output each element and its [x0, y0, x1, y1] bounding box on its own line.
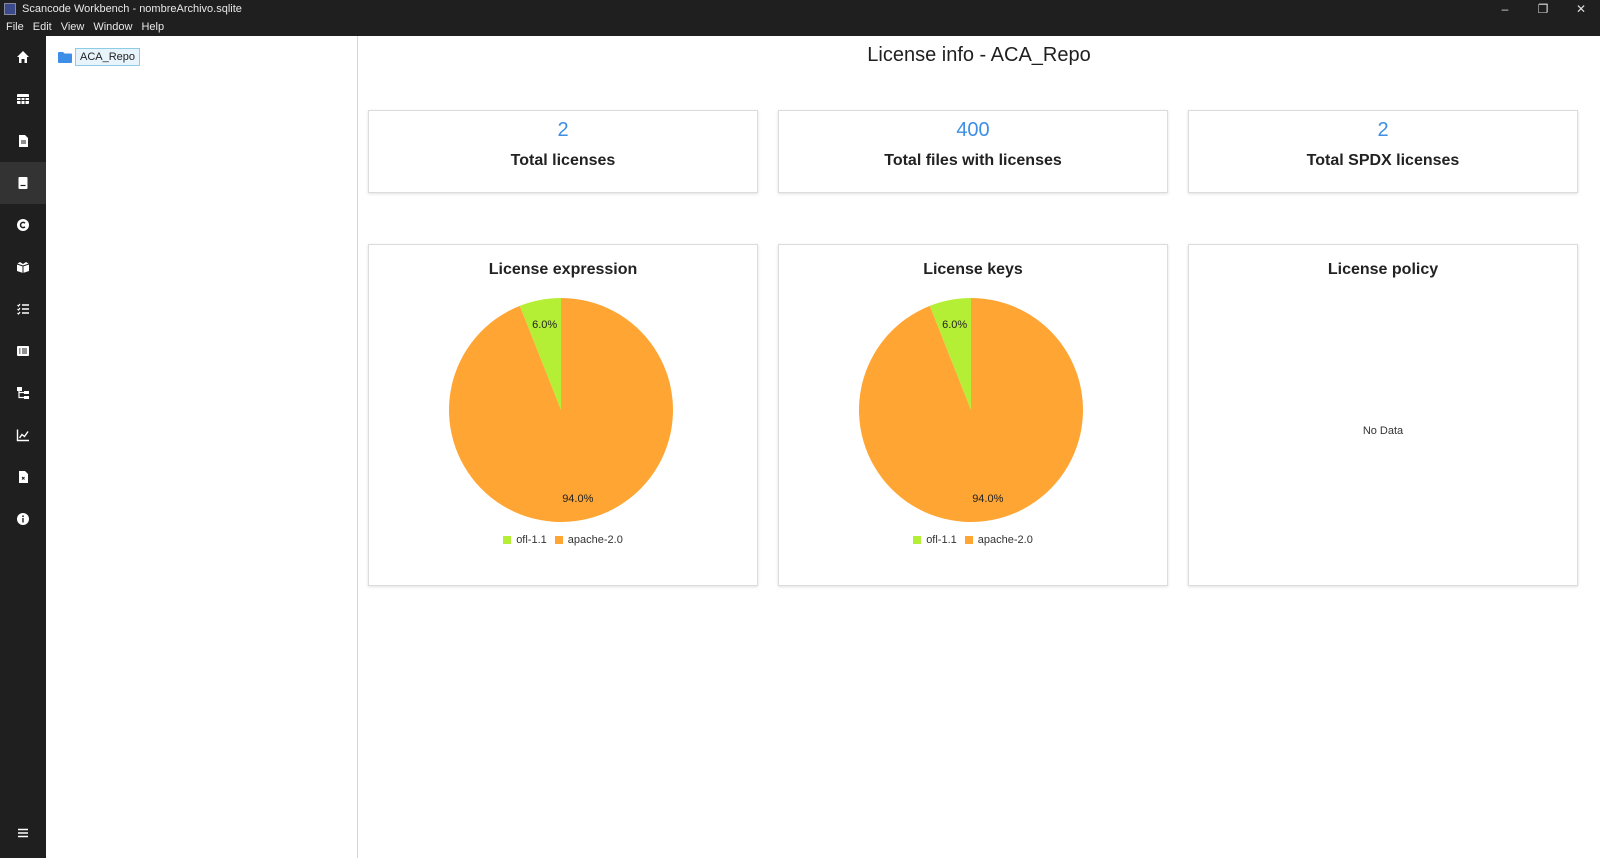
legend-swatch [913, 536, 922, 544]
minimize-icon[interactable]: – [1486, 0, 1524, 18]
folder-icon [58, 51, 72, 63]
legend-label: ofl-1.1 [926, 534, 957, 546]
info-icon [17, 513, 29, 525]
copyright-icon [17, 219, 29, 231]
chart-card-license-keys: License keys 6.0% 94.0% ofl-1.1 apache-2.0 [778, 244, 1168, 586]
stat-value: 400 [956, 119, 990, 141]
file-tree-panel: ACA_Repo [46, 36, 358, 858]
restore-icon[interactable]: ❐ [1524, 0, 1562, 18]
legend-label: ofl-1.1 [516, 534, 547, 546]
nav-chart-button[interactable] [0, 414, 46, 456]
nav-collapse-button[interactable] [0, 818, 46, 848]
nav-table-button[interactable] [0, 78, 46, 120]
chart-title: License expression [488, 261, 638, 278]
chart-card-license-policy: License policy No Data [1188, 244, 1578, 586]
no-data-text: No Data [1362, 425, 1404, 437]
stat-label: Total SPDX licenses [1306, 152, 1460, 169]
stat-label: Total licenses [510, 152, 616, 169]
legend-item[interactable]: apache-2.0 [554, 534, 623, 546]
menu-help[interactable]: Help [141, 21, 164, 33]
table-icon [17, 94, 29, 104]
menu-view[interactable]: View [61, 21, 85, 33]
nav-copyright-button[interactable] [0, 204, 46, 246]
list-icon [17, 303, 29, 315]
app-icon [4, 3, 16, 15]
file-icon [19, 135, 28, 147]
chart-legend: ofl-1.1 apache-2.0 [779, 534, 1167, 546]
tree-icon [17, 387, 29, 399]
legend-label: apache-2.0 [977, 534, 1033, 546]
stat-value: 2 [1377, 119, 1389, 141]
nav-grid-button[interactable] [0, 330, 46, 372]
legend-item[interactable]: ofl-1.1 [503, 534, 547, 546]
menu-bar: File Edit View Window Help [0, 18, 1600, 36]
tree-node-root[interactable]: ACA_Repo [58, 48, 141, 66]
grid-icon [17, 346, 29, 356]
chart-title: License keys [923, 261, 1023, 278]
pie-data-label: 94.0% [562, 493, 593, 505]
legend-swatch [554, 536, 563, 544]
pie-slice-apache-2.0[interactable] [859, 298, 1083, 522]
legend-item[interactable]: ofl-1.1 [913, 534, 957, 546]
navigation-sidebar [0, 36, 46, 858]
menu-window[interactable]: Window [93, 21, 132, 33]
legend-item[interactable]: apache-2.0 [964, 534, 1033, 546]
stat-label: Total files with licenses [884, 152, 1062, 169]
window-title: Scancode Workbench - nombreArchivo.sqlit… [22, 3, 242, 15]
pie-chart-license-expression: 6.0% 94.0% [449, 298, 674, 522]
legend-swatch [964, 536, 973, 544]
stat-card-total-licenses: 2 Total licenses [368, 110, 758, 193]
pie-slice-apache-2.0[interactable] [449, 298, 674, 522]
nav-file-info-button[interactable] [0, 120, 46, 162]
chart-legend: ofl-1.1 apache-2.0 [369, 534, 757, 546]
stat-value: 2 [557, 119, 569, 141]
page-title: License info - ACA_Repo [867, 44, 1091, 66]
pie-chart-license-keys: 6.0% 94.0% [859, 298, 1083, 522]
nav-report-button[interactable] [0, 456, 46, 498]
tree-node-label[interactable]: ACA_Repo [75, 48, 141, 66]
window-titlebar: Scancode Workbench - nombreArchivo.sqlit… [0, 0, 1600, 18]
chart-title: License policy [1327, 261, 1439, 278]
nav-license-info-button[interactable] [0, 162, 46, 204]
menu-edit[interactable]: Edit [33, 21, 52, 33]
chart-icon [16, 429, 29, 442]
nav-list-button[interactable] [0, 288, 46, 330]
nav-home-button[interactable] [0, 36, 46, 78]
report-icon [19, 471, 28, 483]
stat-card-total-spdx-licenses: 2 Total SPDX licenses [1188, 110, 1578, 193]
license-info-view: License info - ACA_Repo 2 Total licenses… [358, 36, 1600, 858]
menu-file[interactable]: File [6, 21, 24, 33]
menu-icon [18, 828, 28, 838]
stat-card-total-files-with-licenses: 400 Total files with licenses [778, 110, 1168, 193]
chart-card-license-expression: License expression 6.0% 94.0% ofl-1.1 apac… [368, 244, 758, 586]
package-icon [16, 262, 30, 273]
pie-data-label: 94.0% [972, 493, 1003, 505]
nav-tree-button[interactable] [0, 372, 46, 414]
pie-data-label: 6.0% [942, 319, 967, 331]
close-icon[interactable]: ✕ [1562, 0, 1600, 18]
home-icon [17, 51, 29, 63]
pie-data-label: 6.0% [532, 319, 557, 331]
legend-swatch [503, 536, 512, 544]
legend-label: apache-2.0 [567, 534, 623, 546]
license-icon [18, 177, 28, 189]
nav-package-button[interactable] [0, 246, 46, 288]
nav-about-button[interactable] [0, 498, 46, 540]
